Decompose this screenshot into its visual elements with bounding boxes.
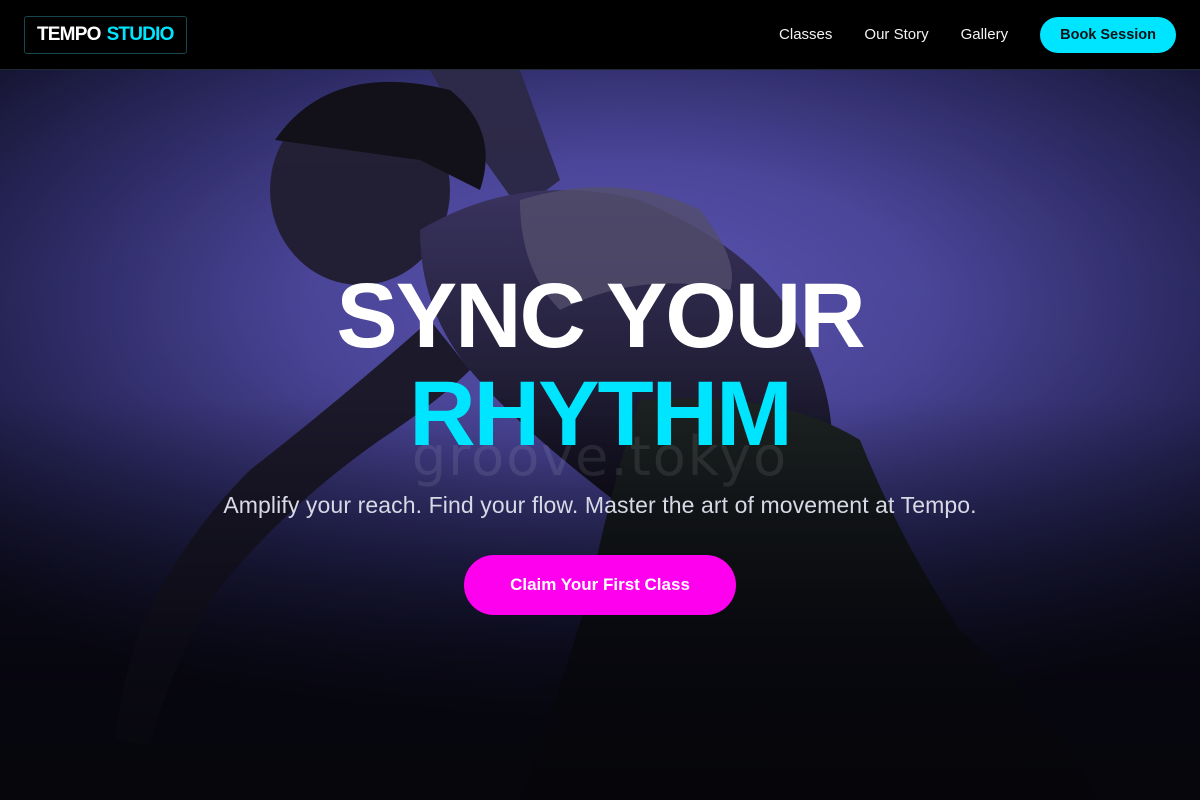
- hero-headline: SYNC YOUR RHYTHM: [0, 268, 1200, 462]
- logo-primary-text: TEMPO: [37, 23, 101, 45]
- nav-link-gallery[interactable]: Gallery: [961, 26, 1009, 43]
- brand-logo[interactable]: TEMPO STUDIO: [24, 15, 187, 54]
- hero-content: SYNC YOUR RHYTHM Amplify your reach. Fin…: [0, 268, 1200, 615]
- nav-links: Classes Our Story Gallery Book Session: [747, 16, 1176, 53]
- nav-link-classes[interactable]: Classes: [779, 26, 832, 43]
- hero-tagline: Amplify your reach. Find your flow. Mast…: [223, 492, 977, 518]
- headline-line-1: SYNC YOUR: [336, 265, 865, 367]
- hero-section: groove.tokyo SYNC YOUR RHYTHM Amplify yo…: [0, 70, 1200, 800]
- headline-line-2: RHYTHM: [409, 363, 793, 465]
- top-navbar: TEMPO STUDIO Classes Our Story Gallery B…: [0, 0, 1200, 70]
- claim-first-class-button[interactable]: Claim Your First Class: [464, 555, 736, 615]
- logo-accent-text: STUDIO: [106, 23, 175, 45]
- nav-link-our-story[interactable]: Our Story: [864, 26, 928, 43]
- book-session-button[interactable]: Book Session: [1040, 16, 1176, 53]
